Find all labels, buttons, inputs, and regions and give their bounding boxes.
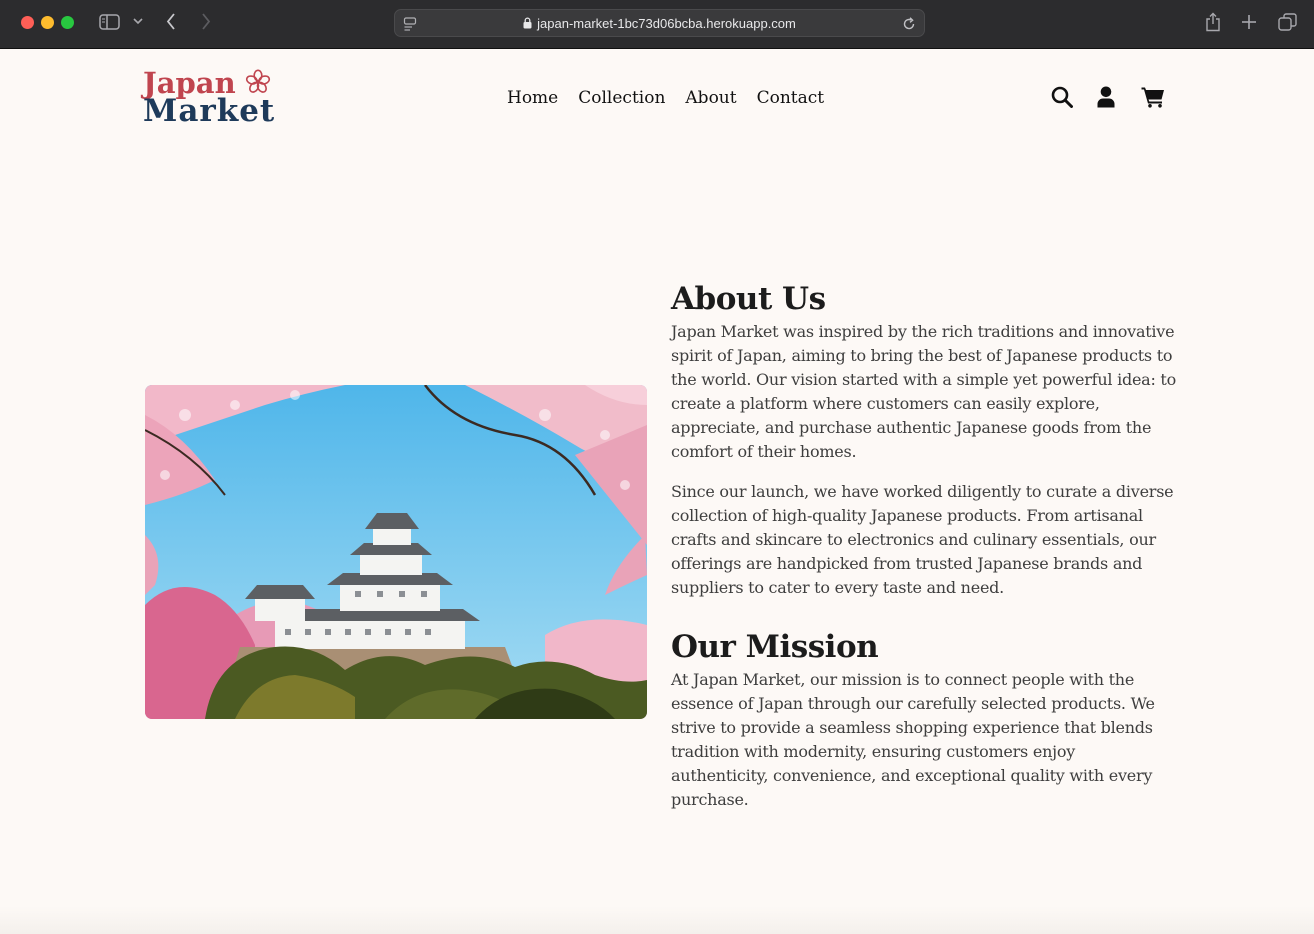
new-tab-icon[interactable] (1241, 14, 1257, 30)
site-logo[interactable]: Japan Market (143, 66, 283, 128)
lock-icon (523, 17, 532, 32)
about-title: About Us (671, 281, 826, 317)
close-window-button[interactable] (21, 16, 34, 29)
user-icon[interactable] (1097, 86, 1115, 112)
about-paragraph: Japan Market was inspired by the rich tr… (671, 322, 1176, 461)
cart-icon[interactable] (1141, 86, 1165, 112)
share-icon[interactable] (1205, 12, 1221, 32)
forward-arrow-icon[interactable] (201, 13, 211, 30)
nav-about[interactable]: About (685, 86, 736, 110)
castle-cherry-blossom-photo (145, 385, 647, 719)
zoom-window-button[interactable] (61, 16, 74, 29)
browser-window: japan-market-1bc73d06bcba.herokuapp.com … (0, 0, 1314, 934)
reload-icon[interactable] (902, 16, 916, 35)
tab-overview-icon[interactable] (1278, 13, 1297, 31)
search-icon[interactable] (1051, 86, 1073, 112)
main-nav: Home Collection About Contact (507, 86, 844, 110)
mission-title: Our Mission (671, 629, 879, 665)
nav-contact[interactable]: Contact (757, 86, 825, 110)
chevron-down-icon[interactable] (133, 18, 143, 25)
about-paragraph: Since our launch, we have worked diligen… (671, 482, 1174, 597)
mission-section: Our Mission At Japan Market, our mission… (671, 628, 1176, 812)
nav-collection[interactable]: Collection (578, 86, 665, 110)
sidebar-toggle-icon[interactable] (99, 14, 120, 30)
minimize-window-button[interactable] (41, 16, 54, 29)
browser-toolbar: japan-market-1bc73d06bcba.herokuapp.com (0, 0, 1314, 49)
mission-paragraph: At Japan Market, our mission is to conne… (671, 670, 1155, 809)
url-text: japan-market-1bc73d06bcba.herokuapp.com (537, 16, 796, 31)
logo-market-text: Market (143, 93, 276, 129)
back-arrow-icon[interactable] (166, 13, 176, 30)
page-bottom-edge (0, 906, 1314, 934)
about-content: About Us Japan Market was inspired by th… (671, 280, 1176, 812)
nav-home[interactable]: Home (507, 86, 558, 110)
address-bar[interactable]: japan-market-1bc73d06bcba.herokuapp.com (394, 9, 925, 37)
